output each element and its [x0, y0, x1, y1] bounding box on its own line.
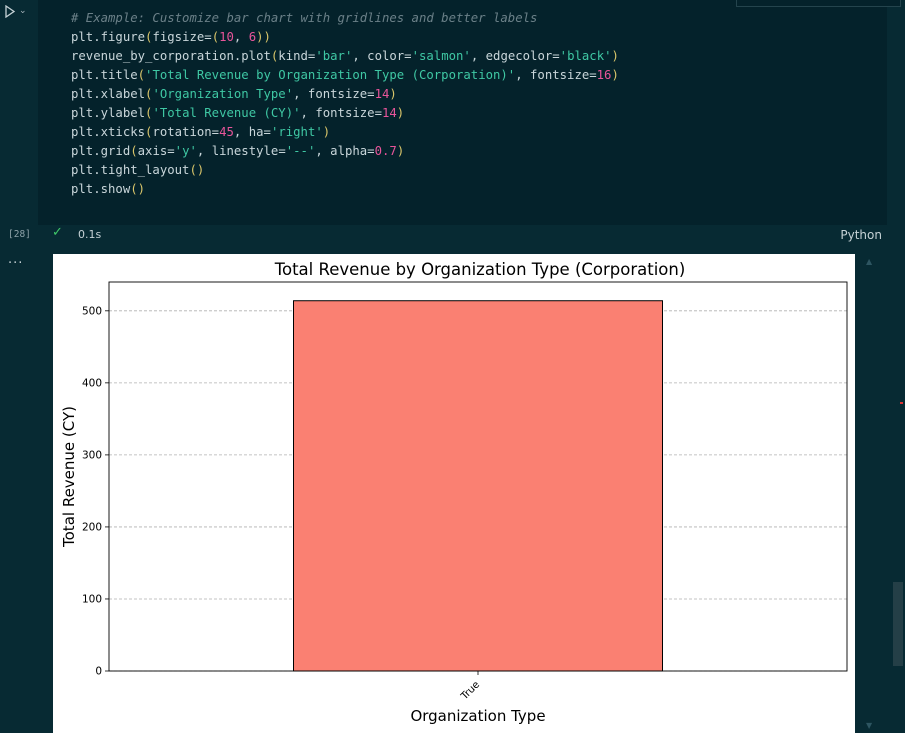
notebook-view: ⌄ # Example: Customize bar chart with gr…: [0, 0, 905, 733]
chevron-down-icon[interactable]: ⌄: [19, 6, 27, 16]
y-tick-label: 200: [82, 521, 102, 533]
language-selector[interactable]: Python: [840, 228, 882, 242]
scrollbar-thumb[interactable]: [893, 582, 903, 666]
code-line[interactable]: # Example: Customize bar chart with grid…: [71, 11, 537, 25]
success-check-icon: ✓: [52, 225, 63, 240]
output-menu-button[interactable]: ...: [8, 252, 23, 267]
y-tick-label: 400: [82, 377, 102, 389]
chart-title: Total Revenue by Organization Type (Corp…: [274, 260, 686, 279]
scroll-down-arrow[interactable]: ▼: [866, 721, 872, 730]
run-cell-button[interactable]: ⌄: [4, 2, 38, 20]
cell-status-bar: [28] ✓ 0.1s Python: [0, 224, 887, 244]
y-tick-label: 0: [95, 666, 102, 678]
code-editor[interactable]: # Example: Customize bar chart with grid…: [71, 9, 619, 199]
code-line[interactable]: plt.ylabel('Total Revenue (CY)', fontsiz…: [71, 106, 404, 120]
x-axis-label: Organization Type: [410, 707, 545, 725]
code-line[interactable]: plt.show(): [71, 182, 145, 196]
y-tick-label: 100: [82, 593, 102, 605]
code-line[interactable]: plt.xlabel('Organization Type', fontsize…: [71, 87, 397, 101]
code-line[interactable]: plt.figure(figsize=(10, 6)): [71, 30, 271, 44]
y-tick-label: 300: [82, 449, 102, 461]
x-tick-label: True: [459, 679, 483, 703]
bar-chart: True 0 100 200 300 400 500 Total Revenue by Org…: [60, 260, 848, 725]
output-plot: True 0 100 200 300 400 500 Total Revenue by Org…: [53, 254, 855, 733]
bar: [293, 300, 663, 672]
code-line[interactable]: plt.title('Total Revenue by Organization…: [71, 68, 619, 82]
play-icon: [5, 4, 16, 18]
code-line[interactable]: plt.xticks(rotation=45, ha='right'): [71, 125, 330, 139]
y-tick-label: 500: [82, 305, 102, 317]
code-line[interactable]: revenue_by_corporation.plot(kind='bar', …: [71, 49, 619, 63]
execution-duration: 0.1s: [78, 228, 102, 241]
execution-count: [28]: [8, 229, 31, 240]
y-axis-label: Total Revenue (CY): [60, 406, 78, 548]
overview-ruler-marker: [900, 402, 903, 404]
scroll-up-arrow[interactable]: ▲: [866, 257, 872, 266]
find-widget[interactable]: [736, 0, 901, 7]
code-line[interactable]: plt.grid(axis='y', linestyle='--', alpha…: [71, 144, 404, 158]
code-line[interactable]: plt.tight_layout(): [71, 163, 204, 177]
